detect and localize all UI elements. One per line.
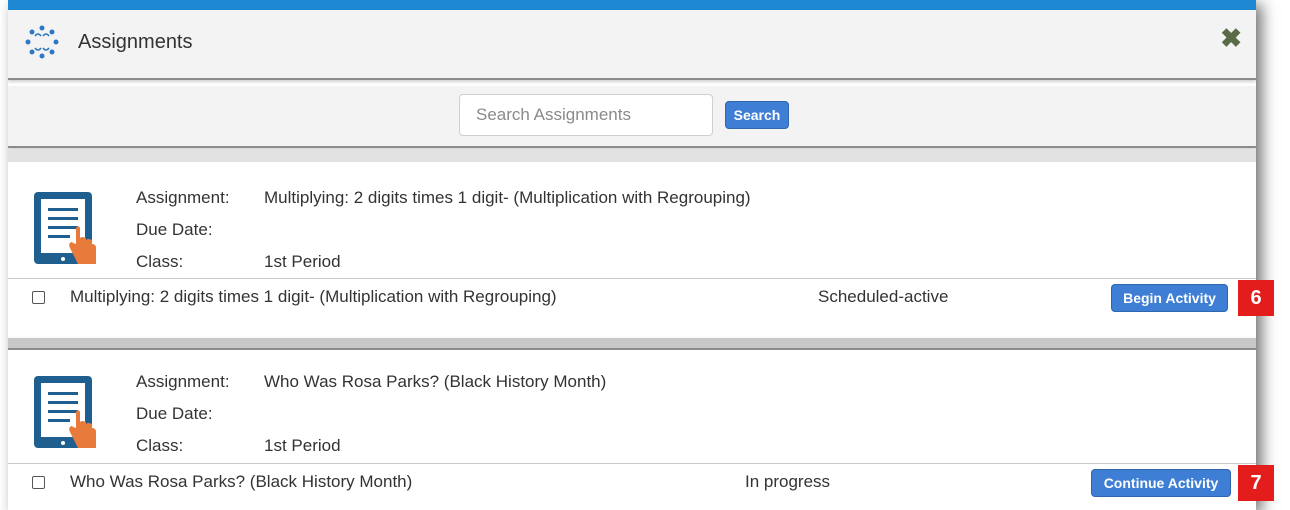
activity-row: Who Was Rosa Parks? (Black History Month…	[8, 463, 1256, 502]
class-value: 1st Period	[264, 436, 341, 455]
search-button[interactable]: Search	[725, 101, 789, 129]
activity-status: In progress	[745, 472, 831, 491]
assignment-card: Assignment: Who Was Rosa Parks? (Black H…	[8, 350, 1256, 510]
callout-badge: 7	[1238, 465, 1274, 501]
window-accent-bar	[8, 0, 1256, 10]
tablet-document-icon	[34, 376, 96, 448]
card-divider	[8, 338, 1256, 350]
assignment-name: Multiplying: 2 digits times 1 digit- (Mu…	[264, 188, 751, 207]
due-date-label: Due Date:	[136, 404, 213, 423]
class-label: Class:	[136, 436, 184, 455]
search-bar: Search	[8, 86, 1256, 148]
title-bar: Assignments ✖	[8, 10, 1256, 80]
assignment-label: Assignment:	[136, 188, 230, 207]
activity-row: Multiplying: 2 digits times 1 digit- (Mu…	[8, 278, 1256, 317]
continue-activity-button[interactable]: Continue Activity	[1091, 469, 1231, 497]
activity-title: Multiplying: 2 digits times 1 digit- (Mu…	[70, 287, 557, 306]
close-icon[interactable]: ✖	[1220, 25, 1242, 51]
assignment-card: Assignment: Multiplying: 2 digits times …	[8, 162, 1256, 338]
class-value: 1st Period	[264, 252, 341, 271]
search-input[interactable]	[459, 94, 713, 136]
activity-status: Scheduled-active	[818, 287, 949, 306]
assignment-name: Who Was Rosa Parks? (Black History Month…	[264, 372, 607, 391]
tablet-document-icon	[34, 192, 96, 264]
activity-checkbox[interactable]	[32, 476, 45, 489]
callout-badge: 6	[1238, 280, 1274, 316]
activity-title: Who Was Rosa Parks? (Black History Month…	[70, 472, 413, 491]
begin-activity-button[interactable]: Begin Activity	[1111, 284, 1228, 312]
class-label: Class:	[136, 252, 184, 271]
assignments-window: Assignments ✖ Search Assignment: Multipl…	[8, 0, 1256, 510]
due-date-label: Due Date:	[136, 220, 213, 239]
list-top-divider	[8, 149, 1256, 162]
window-title: Assignments	[78, 31, 193, 53]
app-logo-icon	[25, 25, 59, 59]
assignment-label: Assignment:	[136, 372, 230, 391]
activity-checkbox[interactable]	[32, 291, 45, 304]
